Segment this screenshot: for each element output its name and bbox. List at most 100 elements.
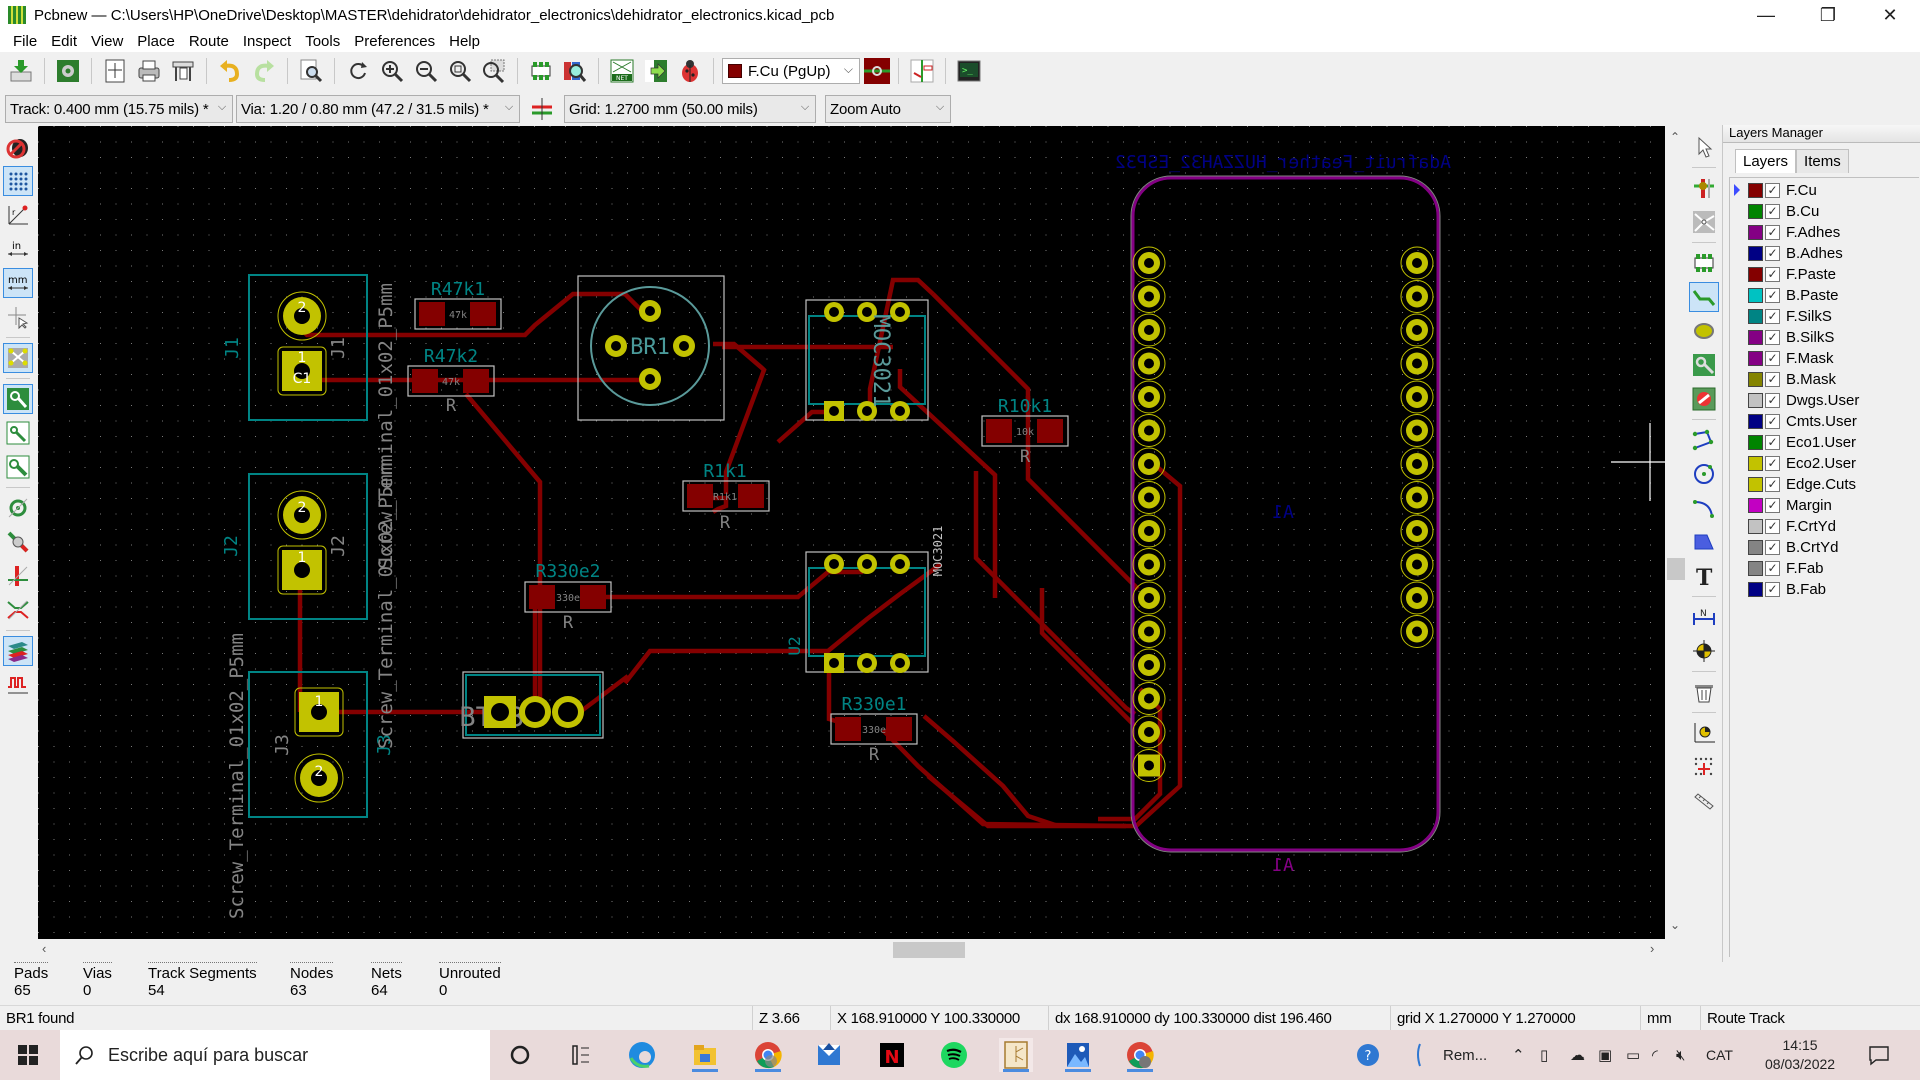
kicad-icon[interactable] <box>999 1038 1033 1072</box>
menu-inspect[interactable]: Inspect <box>236 33 298 50</box>
pad[interactable] <box>835 717 861 741</box>
footprint-editor-icon[interactable] <box>526 56 556 86</box>
pad[interactable] <box>419 302 445 326</box>
find-icon[interactable] <box>296 56 326 86</box>
pad[interactable] <box>580 585 606 609</box>
cortana-icon[interactable] <box>503 1038 537 1072</box>
layer-color-swatch[interactable] <box>1748 372 1763 387</box>
layer-row-f-mask[interactable]: ✓ F.Mask <box>1730 348 1919 369</box>
add-zone-icon[interactable] <box>1689 350 1719 380</box>
zone-fill-icon[interactable] <box>3 452 33 482</box>
edge-icon[interactable] <box>625 1038 659 1072</box>
layer-color-swatch[interactable] <box>1748 225 1763 240</box>
add-dimension-icon[interactable]: N <box>1689 602 1719 632</box>
volume-muted-icon[interactable]: 🔇︎ <box>1676 1030 1685 1080</box>
layer-color-swatch[interactable] <box>1748 498 1763 513</box>
layer-color-swatch[interactable] <box>1748 414 1763 429</box>
pad[interactable] <box>529 585 555 609</box>
zoom-select[interactable]: Zoom Auto ⌵ <box>825 95 951 123</box>
redo-icon[interactable] <box>249 56 279 86</box>
ratsnest-icon[interactable] <box>3 343 33 373</box>
windows-start-icon[interactable] <box>18 1045 38 1069</box>
high-contrast-icon[interactable] <box>3 636 33 666</box>
zoom-out-icon[interactable] <box>411 56 441 86</box>
notifications-icon[interactable] <box>1868 1030 1890 1080</box>
layer-row-eco1-user[interactable]: ✓ Eco1.User <box>1730 432 1919 453</box>
layer-visibility-checkbox[interactable]: ✓ <box>1765 309 1780 324</box>
inch-units-icon[interactable]: in <box>3 234 33 264</box>
polar-coords-icon[interactable]: r <box>3 200 33 230</box>
add-line-icon[interactable] <box>1689 425 1719 455</box>
show-zones-icon[interactable] <box>3 384 33 414</box>
layer-row-margin[interactable]: ✓ Margin <box>1730 495 1919 516</box>
print-icon[interactable] <box>134 56 164 86</box>
menu-help[interactable]: Help <box>442 33 487 50</box>
mail-icon[interactable] <box>812 1038 846 1072</box>
wifi-icon[interactable]: ◜ <box>1652 1030 1658 1080</box>
layer-visibility-checkbox[interactable]: ✓ <box>1765 561 1780 576</box>
layer-color-swatch[interactable] <box>1748 477 1763 492</box>
layer-color-swatch[interactable] <box>1748 540 1763 555</box>
netflix-icon[interactable]: N <box>875 1038 909 1072</box>
horizontal-scrollbar[interactable]: ‹ › <box>38 939 1665 961</box>
microwave-icon[interactable] <box>3 595 33 625</box>
layer-visibility-checkbox[interactable]: ✓ <box>1765 582 1780 597</box>
maximize-button[interactable]: ❐ <box>1800 0 1856 30</box>
layer-row-f-adhes[interactable]: ✓ F.Adhes <box>1730 222 1919 243</box>
help-tray-icon[interactable]: ? <box>1355 1030 1381 1080</box>
photos-icon[interactable] <box>1061 1038 1095 1072</box>
scrollbar-thumb[interactable] <box>1667 558 1685 580</box>
redraw-icon[interactable] <box>343 56 373 86</box>
pad[interactable] <box>470 302 496 326</box>
layer-row-b-mask[interactable]: ✓ B.Mask <box>1730 369 1919 390</box>
layer-color-swatch[interactable] <box>1748 456 1763 471</box>
add-arc-icon[interactable] <box>1689 493 1719 523</box>
netlist-icon[interactable]: NET <box>607 56 637 86</box>
add-footprint-icon[interactable] <box>1689 248 1719 278</box>
taskbar-search-input[interactable]: Escribe aquí para buscar <box>60 1030 490 1080</box>
layer-visibility-checkbox[interactable]: ✓ <box>1765 393 1780 408</box>
zoom-fit-icon[interactable] <box>445 56 475 86</box>
mm-units-icon[interactable]: mm <box>3 268 33 298</box>
page-settings-icon[interactable] <box>100 56 130 86</box>
layer-visibility-checkbox[interactable]: ✓ <box>1765 540 1780 555</box>
via-size-select[interactable]: Via: 1.20 / 0.80 mm (47.2 / 31.5 mils) *… <box>236 95 520 123</box>
scroll-left-icon[interactable]: ‹ <box>42 941 46 956</box>
layer-row-b-paste[interactable]: ✓ B.Paste <box>1730 285 1919 306</box>
layer-visibility-checkbox[interactable]: ✓ <box>1765 246 1780 261</box>
layer-row-f-crtyd[interactable]: ✓ F.CrtYd <box>1730 516 1919 537</box>
tab-layers[interactable]: Layers <box>1735 149 1797 173</box>
layer-row-b-crtyd[interactable]: ✓ B.CrtYd <box>1730 537 1919 558</box>
pad-sketch-icon[interactable] <box>3 493 33 523</box>
cursor-shape-icon[interactable] <box>3 302 33 332</box>
zoom-in-icon[interactable] <box>377 56 407 86</box>
layer-row-edge-cuts[interactable]: ✓ Edge.Cuts <box>1730 474 1919 495</box>
layer-color-swatch[interactable] <box>1748 330 1763 345</box>
layer-color-swatch[interactable] <box>1748 183 1763 198</box>
layer-visibility-checkbox[interactable]: ✓ <box>1765 183 1780 198</box>
scroll-right-icon[interactable]: › <box>1650 941 1654 956</box>
layer-row-dwgs-user[interactable]: ✓ Dwgs.User <box>1730 390 1919 411</box>
length-tuning-icon[interactable] <box>3 670 33 700</box>
layer-color-swatch[interactable] <box>1748 309 1763 324</box>
close-button[interactable]: ✕ <box>1862 0 1918 30</box>
layer-visibility-checkbox[interactable]: ✓ <box>1765 435 1780 450</box>
menu-route[interactable]: Route <box>182 33 236 50</box>
vertical-scrollbar[interactable]: ⌃ ⌄ <box>1665 126 1687 939</box>
pad[interactable] <box>463 369 489 393</box>
layer-color-swatch[interactable] <box>1748 582 1763 597</box>
pad[interactable] <box>986 419 1012 443</box>
task-view-icon[interactable] <box>563 1038 597 1072</box>
layer-row-b-silks[interactable]: ✓ B.SilkS <box>1730 327 1919 348</box>
meet-now-icon[interactable]: ▯ <box>1540 1030 1548 1080</box>
remote-app-icon[interactable] <box>1413 1030 1427 1080</box>
scripting-console-icon[interactable]: >_ <box>954 56 984 86</box>
track-sketch-icon[interactable] <box>3 561 33 591</box>
layer-row-b-fab[interactable]: ✓ B.Fab <box>1730 579 1919 600</box>
chrome-icon[interactable] <box>751 1038 785 1072</box>
board-setup-icon[interactable] <box>53 56 83 86</box>
pad[interactable] <box>412 369 438 393</box>
layer-color-swatch[interactable] <box>1748 435 1763 450</box>
track-width-select[interactable]: Track: 0.400 mm (15.75 mils) * ⌵ <box>5 95 233 123</box>
set-origin-icon[interactable] <box>1689 718 1719 748</box>
